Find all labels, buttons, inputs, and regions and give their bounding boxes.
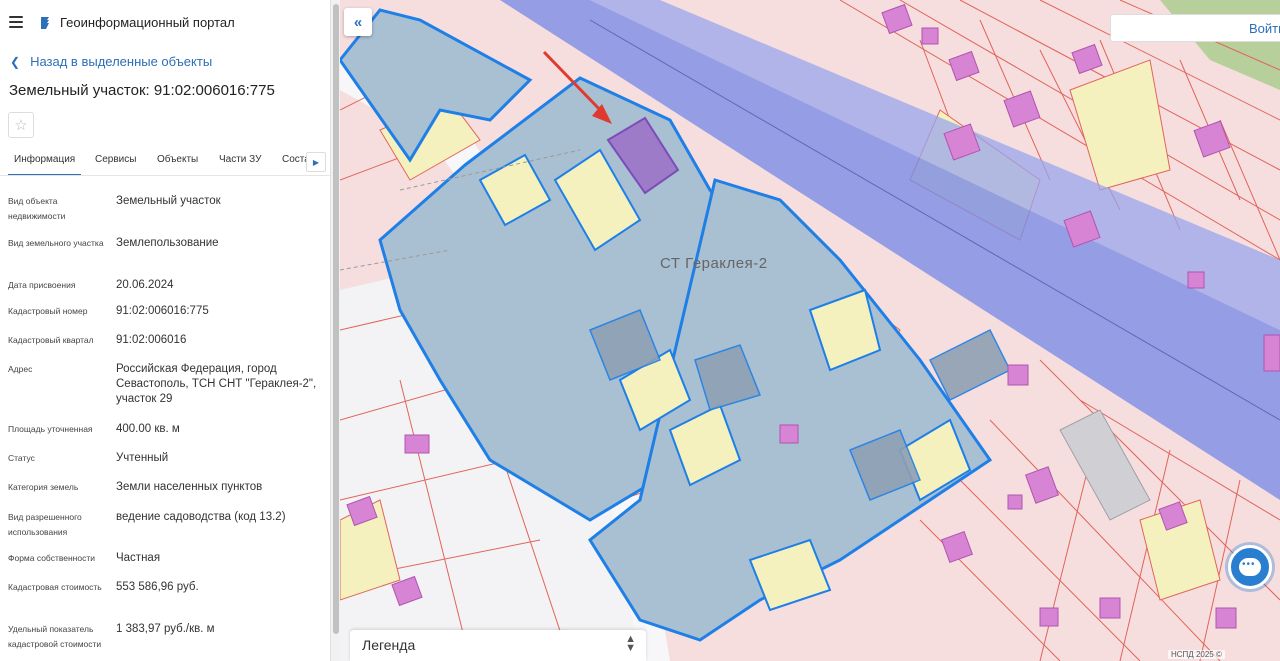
map-attribution: НСПД 2025 ©: [1168, 650, 1225, 659]
back-link[interactable]: ❮ Назад в выделенные объекты: [10, 54, 212, 69]
double-chevron-left-icon: «: [353, 13, 363, 31]
expand-collapse-icon[interactable]: ▲ ▼: [625, 634, 636, 654]
logo-icon: [41, 17, 49, 29]
back-link-label: Назад в выделенные объекты: [30, 54, 213, 69]
property-label: Статус: [8, 453, 35, 463]
property-value: Учтенный: [116, 452, 169, 464]
property-value: Российская Федерация, город Севастополь,…: [116, 363, 317, 405]
map-view[interactable]: « Войти СТ Гераклея-2 Легенда ▲▼ НСПД 20…: [340, 0, 1280, 661]
property-label: Площадь уточненная: [8, 424, 93, 434]
property-value: 553 586,96 руб.: [116, 581, 199, 593]
property-label: Вид разрешенного использования: [8, 512, 82, 537]
sidebar-scrollbar[interactable]: [330, 0, 340, 661]
page-title: Земельный участок: 91:02:006016:775: [9, 82, 275, 99]
favorite-button[interactable]: ☆: [8, 112, 34, 138]
property-label: Кадастровый квартал: [8, 335, 94, 345]
legend-title: Легенда: [362, 637, 416, 653]
property-value: Частная: [116, 552, 161, 564]
menu-icon[interactable]: [9, 16, 23, 28]
collapse-sidebar-button[interactable]: «: [344, 8, 372, 36]
property-value: ведение садоводства (код 13.2): [116, 511, 286, 523]
tab-parts[interactable]: Части ЗУ: [219, 154, 261, 165]
chat-button[interactable]: [1228, 545, 1272, 589]
property-value: Землепользование: [116, 237, 219, 249]
property-label: Категория земель: [8, 482, 79, 492]
chevron-right-icon: ▶: [312, 157, 320, 167]
app-title: Геоинформационный портал: [60, 15, 235, 30]
login-button[interactable]: Войти: [1110, 14, 1280, 42]
top-bar: Геоинформационный портал: [0, 0, 330, 46]
tab-bar: Информация Сервисы Объекты Части ЗУ Сост…: [0, 146, 330, 176]
chevron-left-icon: ❮: [10, 54, 21, 69]
property-label: Форма собственности: [8, 553, 95, 563]
property-value: Земли населенных пунктов: [116, 481, 263, 493]
property-value: Земельный участок: [116, 195, 221, 207]
property-label: Удельный показатель кадастровой стоимост…: [8, 624, 102, 649]
tab-objects[interactable]: Объекты: [157, 154, 198, 165]
property-label: Адрес: [8, 364, 33, 374]
property-value: 400.00 кв. м: [116, 423, 180, 435]
property-label: Кадастровый номер: [8, 306, 88, 316]
tab-services[interactable]: Сервисы: [95, 154, 136, 165]
property-value: 91:02:006016:775: [116, 305, 209, 317]
property-label: Вид объекта недвижимости: [8, 196, 66, 221]
tabs-scroll-right-button[interactable]: ▶: [306, 152, 326, 172]
property-label: Кадастровая стоимость: [8, 582, 102, 592]
map-canvas[interactable]: [340, 0, 1280, 661]
property-label: Дата присвоения: [8, 280, 76, 290]
property-value: 1 383,97 руб./кв. м: [116, 623, 215, 635]
sidebar: Геоинформационный портал ❮ Назад в выдел…: [0, 0, 330, 661]
tab-info[interactable]: Информация: [7, 154, 82, 175]
property-value: 20.06.2024: [116, 279, 174, 291]
property-value: 91:02:006016: [116, 334, 187, 346]
area-label: СТ Гераклея-2: [660, 255, 768, 272]
scrollbar-thumb[interactable]: [333, 4, 339, 634]
legend-panel[interactable]: Легенда ▲ ▼: [350, 630, 646, 661]
star-icon: ☆: [14, 117, 28, 134]
chat-icon: [1239, 558, 1261, 576]
property-label: Вид земельного участка: [8, 238, 104, 248]
